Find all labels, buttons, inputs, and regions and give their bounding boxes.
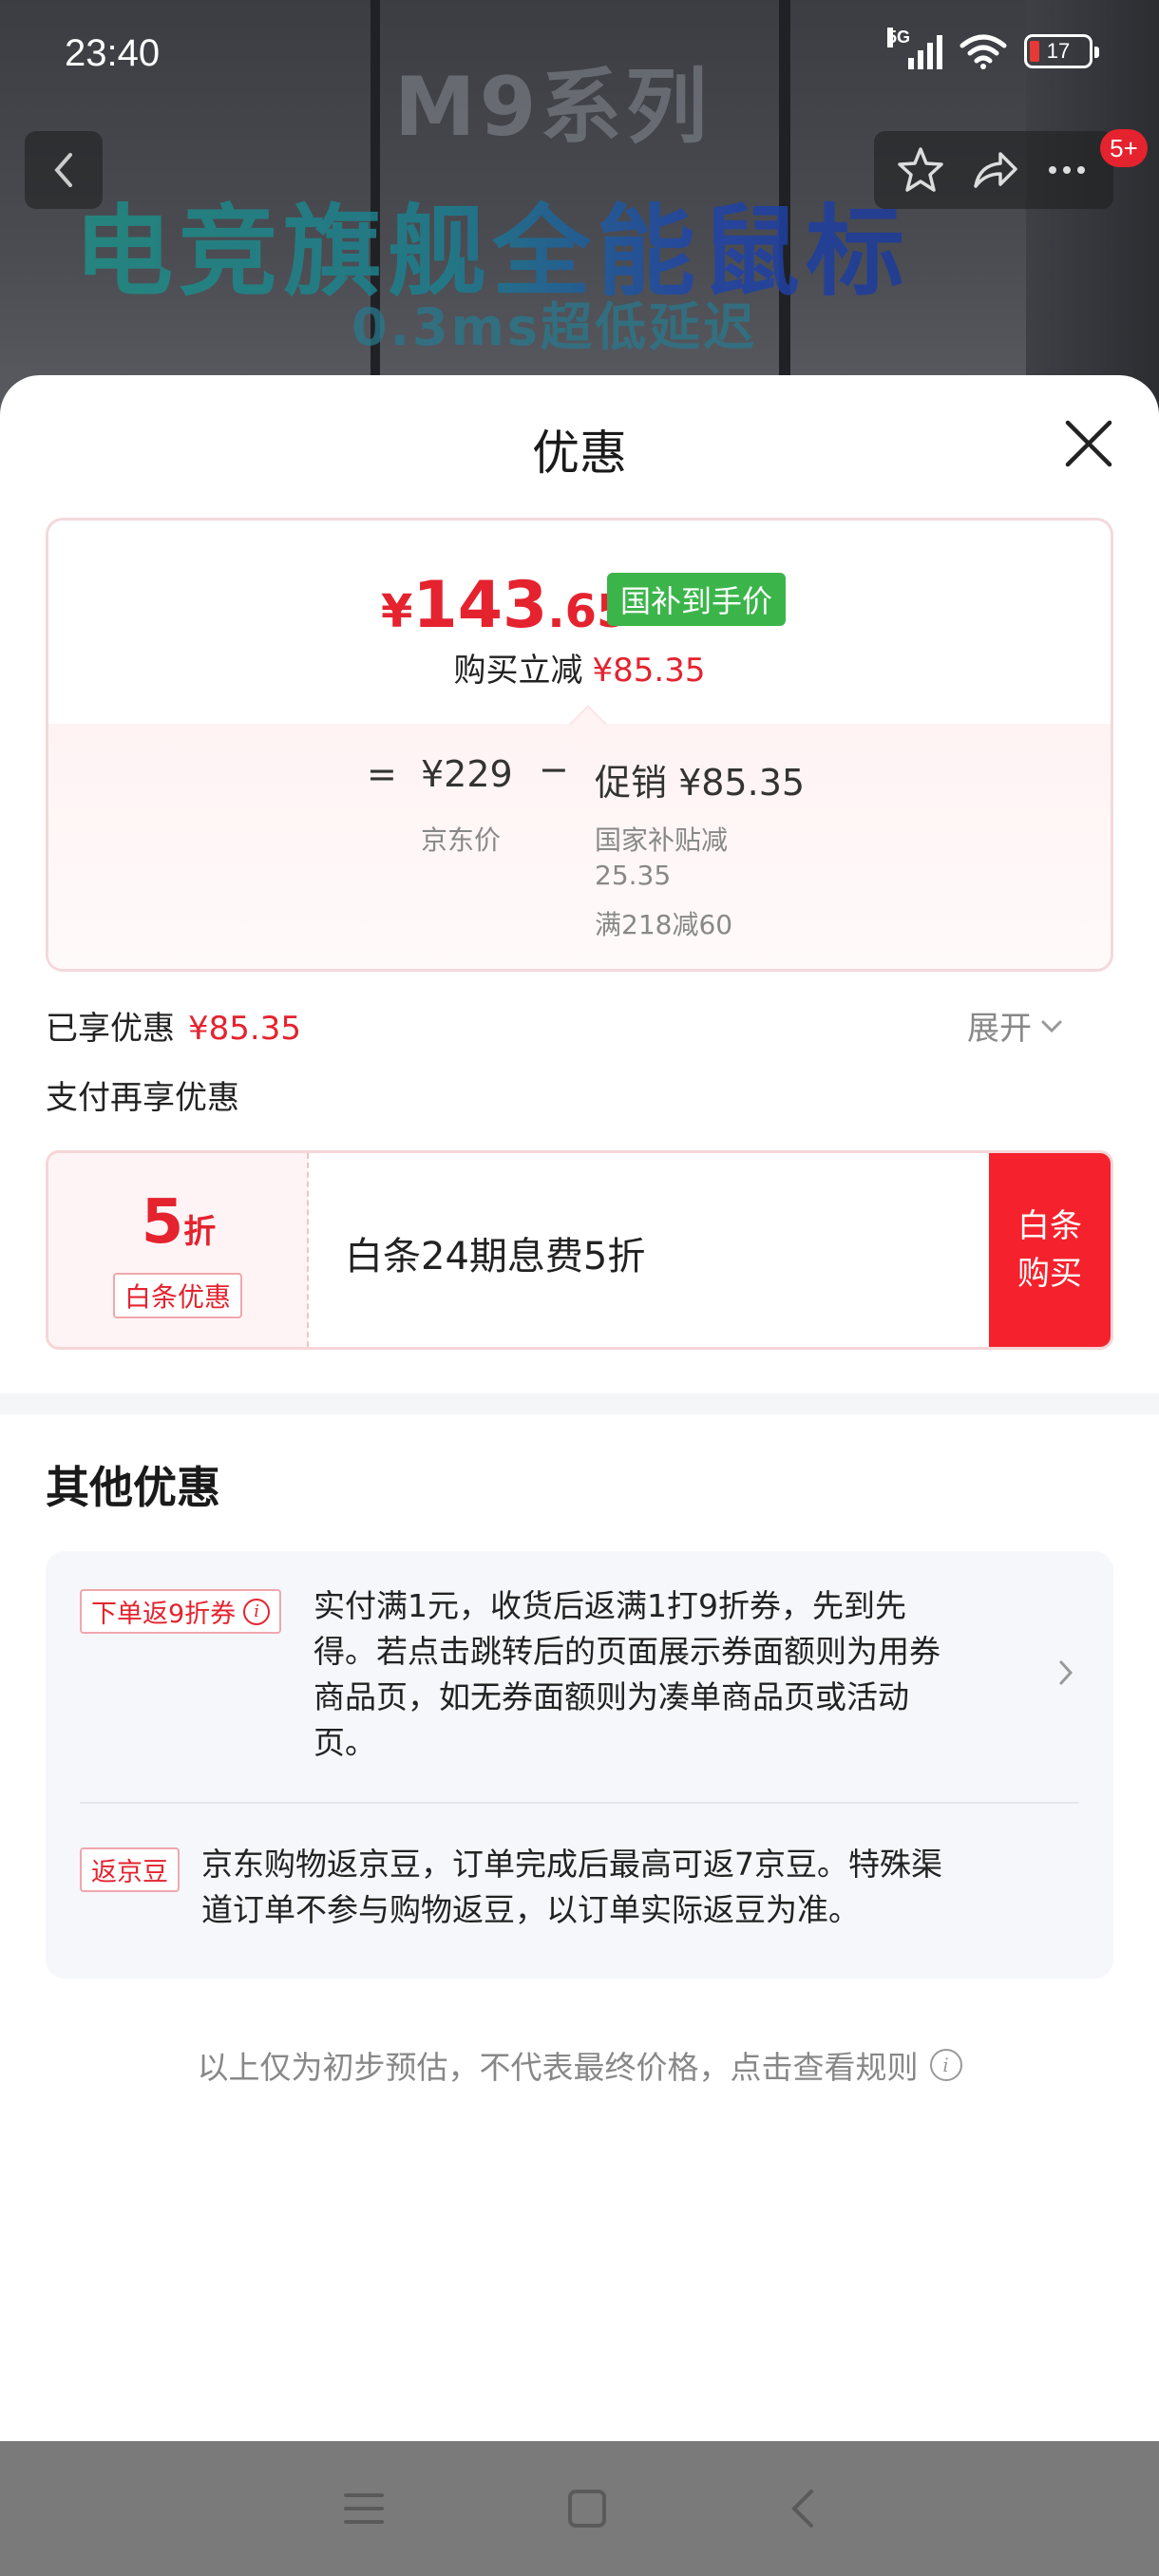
other-offers-list: 下单返9折券 i 实付满1元，收货后返满1打9折券，先到先 得。若点击跳转后的页… <box>46 1551 1113 1979</box>
status-time: 23:40 <box>65 32 161 74</box>
promo-detail: 国家补贴减 <box>595 824 729 856</box>
minus-sign: − <box>539 748 569 790</box>
share-icon[interactable] <box>968 144 1019 196</box>
base-price-label: 京东价 <box>421 824 502 856</box>
top-actions <box>874 131 1113 209</box>
info-icon: i <box>929 2049 962 2081</box>
menu-icon[interactable] <box>342 2490 386 2528</box>
other-offers-title: 其他优惠 <box>46 1462 220 1513</box>
coupon-description: 白条24期息费5折 <box>345 1235 646 1279</box>
section-divider <box>0 1393 1159 1414</box>
back-nav-icon[interactable] <box>788 2488 817 2529</box>
message-badge: 5+ <box>1100 129 1148 167</box>
offer-tag: 下单返9折券 i <box>80 1589 282 1634</box>
battery-level: 17 <box>1046 39 1071 63</box>
banner-latency: 0.3ms超低延迟 <box>352 297 758 357</box>
promo-amount: 促销 ¥85.35 <box>595 762 806 804</box>
chevron-left-icon <box>54 153 72 187</box>
base-price: ¥229 <box>421 753 513 795</box>
home-icon[interactable] <box>566 2488 608 2529</box>
equals-sign: = <box>367 753 397 795</box>
baitiao-buy-button[interactable]: 白条 购买 <box>989 1153 1111 1347</box>
star-icon[interactable] <box>895 144 946 196</box>
promo-detail: 25.35 <box>595 860 672 891</box>
baitiao-coupon[interactable]: 5折 白条优惠 白条24期息费5折 白条 购买 <box>46 1150 1113 1350</box>
close-icon[interactable] <box>1060 415 1117 472</box>
coupon-discount: 5折 <box>141 1187 217 1258</box>
instant-discount: 购买立减 ¥85.35 <box>453 652 706 690</box>
enjoyed-discount: 已享优惠 ¥85.35 <box>46 1010 301 1048</box>
system-nav-bar <box>0 2441 1159 2576</box>
wifi-icon <box>960 34 1007 69</box>
coupon-tag: 白条优惠 <box>113 1273 243 1318</box>
pay-more-title: 支付再享优惠 <box>46 1079 239 1117</box>
offer-description: 京东购物返京豆，订单完成后最高可返7京豆。特殊渠 道订单不参与购物返豆，以订单实… <box>201 1846 942 1928</box>
chevron-down-icon <box>1041 1020 1062 1032</box>
more-icon[interactable] <box>1041 144 1092 196</box>
battery-icon: 17 <box>1024 34 1099 68</box>
offer-description: 实付满1元，收货后返满1打9折券，先到先 得。若点击跳转后的页面展示券面额则为用… <box>314 1587 940 1761</box>
rules-link[interactable]: 以上仅为初步预估，不代表最终价格，点击查看规则 i <box>0 2042 1159 2088</box>
discount-sheet: 优惠 ¥143.65 国补到手价 购买立减 ¥85.35 = ¥229 − 促销 … <box>0 375 1159 2441</box>
subsidy-price-tag: 国补到手价 <box>607 573 787 626</box>
back-button[interactable] <box>25 131 103 209</box>
final-price: ¥143.65 <box>381 568 629 643</box>
info-icon[interactable]: i <box>243 1598 271 1625</box>
offer-tag: 返京豆 <box>80 1847 180 1892</box>
expand-button[interactable]: 展开 <box>967 1002 1064 1049</box>
promo-detail: 满218减60 <box>595 909 733 940</box>
signal-icon: 5G <box>887 28 942 69</box>
price-breakdown-card: ¥143.65 国补到手价 购买立减 ¥85.35 = ¥229 − 促销 ¥85… <box>46 518 1113 972</box>
offer-divider <box>80 1802 1079 1804</box>
status-bar: 23:40 5G 17 <box>0 0 1159 110</box>
chevron-right-icon[interactable] <box>1056 1657 1075 1688</box>
sheet-title: 优惠 <box>532 426 627 481</box>
